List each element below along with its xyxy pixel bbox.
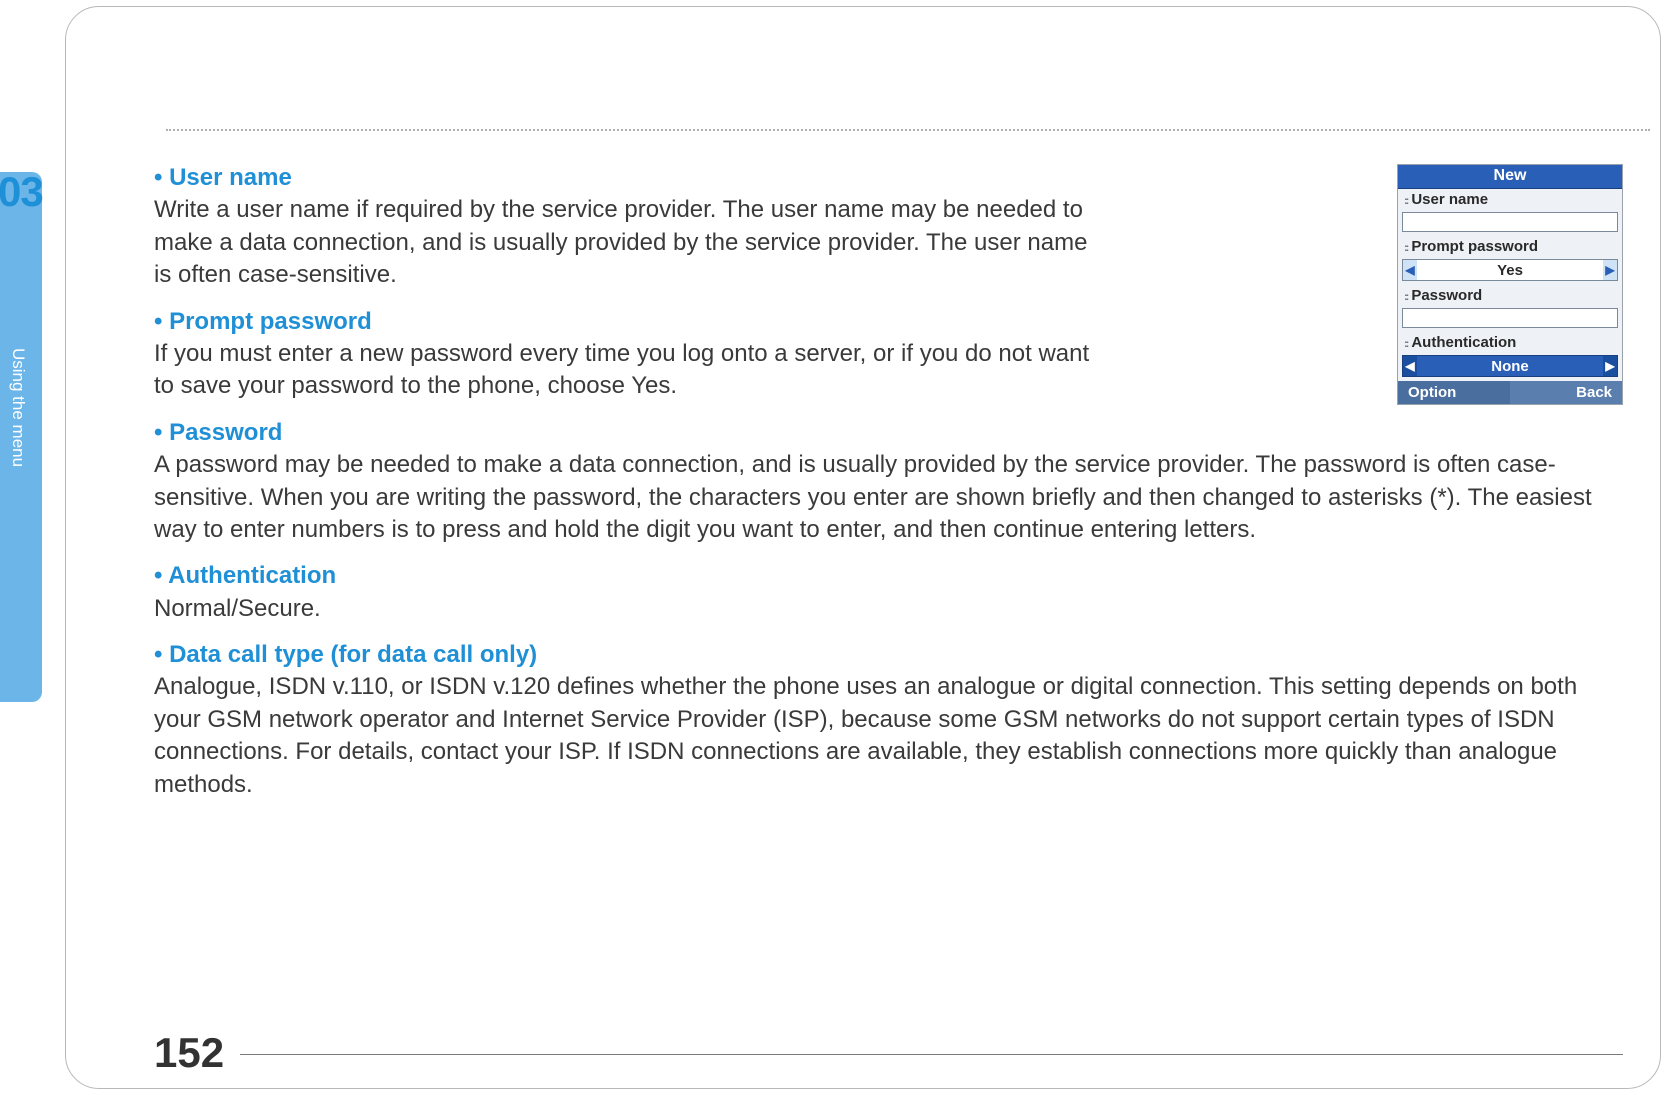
section: • AuthenticationNormal/Secure.: [154, 560, 1623, 625]
section-title: • Prompt password: [154, 306, 1094, 338]
phone-label-username: ::User name: [1398, 189, 1622, 210]
phone-label-prompt-password: ::Prompt password: [1398, 236, 1622, 257]
section-title: • Password: [154, 417, 1623, 449]
phone-title: New: [1398, 165, 1622, 189]
section-body: Normal/Secure.: [154, 593, 1623, 625]
phone-authentication-value: None: [1417, 358, 1603, 375]
section-title: • User name: [154, 162, 1094, 194]
page-number: 152: [154, 1029, 224, 1077]
section-body: If you must enter a new password every t…: [154, 338, 1094, 403]
phone-select-authentication[interactable]: ◀ None ▶: [1402, 355, 1618, 377]
phone-softkeys: Option Back: [1398, 381, 1622, 404]
section: • PasswordA password may be needed to ma…: [154, 417, 1623, 547]
phone-screenshot: New ::User name ::Prompt password ◀ Yes …: [1397, 164, 1623, 405]
phone-select-prompt-password[interactable]: ◀ Yes ▶: [1402, 259, 1618, 281]
chapter-tab: 03 Using the menu: [0, 172, 42, 702]
section-body: Write a user name if required by the ser…: [154, 194, 1094, 291]
section-body: Analogue, ISDN v.110, or ISDN v.120 defi…: [154, 671, 1623, 801]
footer-line: [240, 1054, 1623, 1055]
section-title: • Authentication: [154, 560, 1623, 592]
right-arrow-icon[interactable]: ▶: [1603, 356, 1617, 376]
section: • Data call type (for data call only)Ana…: [154, 639, 1623, 801]
section-body: A password may be needed to make a data …: [154, 449, 1623, 546]
phone-label-password: ::Password: [1398, 285, 1622, 306]
phone-prompt-password-value: Yes: [1417, 262, 1603, 279]
chapter-title: Using the menu: [8, 348, 28, 467]
left-arrow-icon[interactable]: ◀: [1403, 260, 1417, 280]
phone-input-username[interactable]: [1402, 212, 1618, 232]
right-arrow-icon[interactable]: ▶: [1603, 260, 1617, 280]
chapter-number: 03: [0, 168, 43, 216]
softkey-right[interactable]: Back: [1510, 381, 1622, 404]
header-divider: [166, 129, 1650, 131]
left-arrow-icon[interactable]: ◀: [1403, 356, 1417, 376]
section-title: • Data call type (for data call only): [154, 639, 1623, 671]
phone-label-authentication: ::Authentication: [1398, 332, 1622, 353]
phone-input-password[interactable]: [1402, 308, 1618, 328]
softkey-left[interactable]: Option: [1398, 381, 1510, 404]
